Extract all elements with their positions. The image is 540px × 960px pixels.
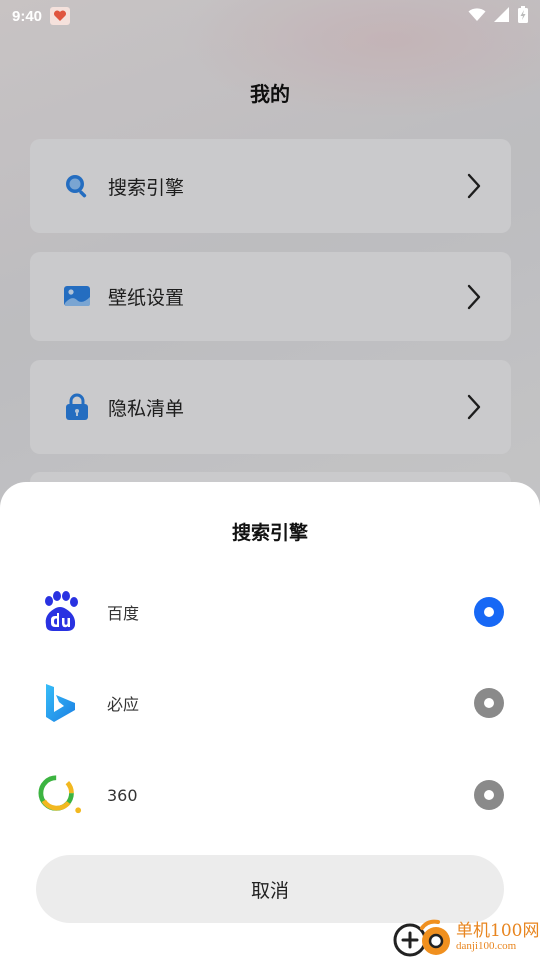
radio-unselected[interactable]: [474, 688, 504, 718]
radio-dot: [484, 698, 494, 708]
option-label: 百度: [107, 604, 140, 623]
site-watermark: 单机100网 danji100.com: [392, 916, 540, 960]
radio-selected[interactable]: [474, 597, 504, 627]
status-time: 9:40: [12, 7, 43, 25]
radio-dot: [484, 607, 494, 617]
search-engine-sheet: 搜索引擎 百度 必应 360 取消: [0, 482, 540, 960]
option-baidu[interactable]: 百度: [0, 577, 540, 647]
app-notification-icon: [50, 7, 71, 25]
sheet-title: 搜索引擎: [231, 522, 308, 544]
cancel-button[interactable]: 取消: [36, 855, 504, 923]
status-bar: 9:40: [0, 0, 540, 32]
baidu-logo-icon: [38, 590, 82, 634]
wifi-icon: [468, 7, 486, 26]
option-label: 必应: [107, 695, 140, 714]
watermark-logo-icon: [392, 918, 454, 958]
signal-icon: [494, 6, 510, 26]
option-360[interactable]: 360: [0, 760, 540, 830]
radio-dot: [484, 790, 494, 800]
bing-logo-icon: [38, 681, 82, 725]
radio-unselected[interactable]: [474, 780, 504, 810]
battery-charging-icon: [518, 5, 528, 27]
360-logo-icon: [38, 773, 82, 817]
option-label: 360: [107, 785, 138, 805]
watermark-name: 单机100网: [456, 921, 540, 942]
watermark-url: danji100.com: [456, 940, 517, 953]
option-bing[interactable]: 必应: [0, 668, 540, 738]
